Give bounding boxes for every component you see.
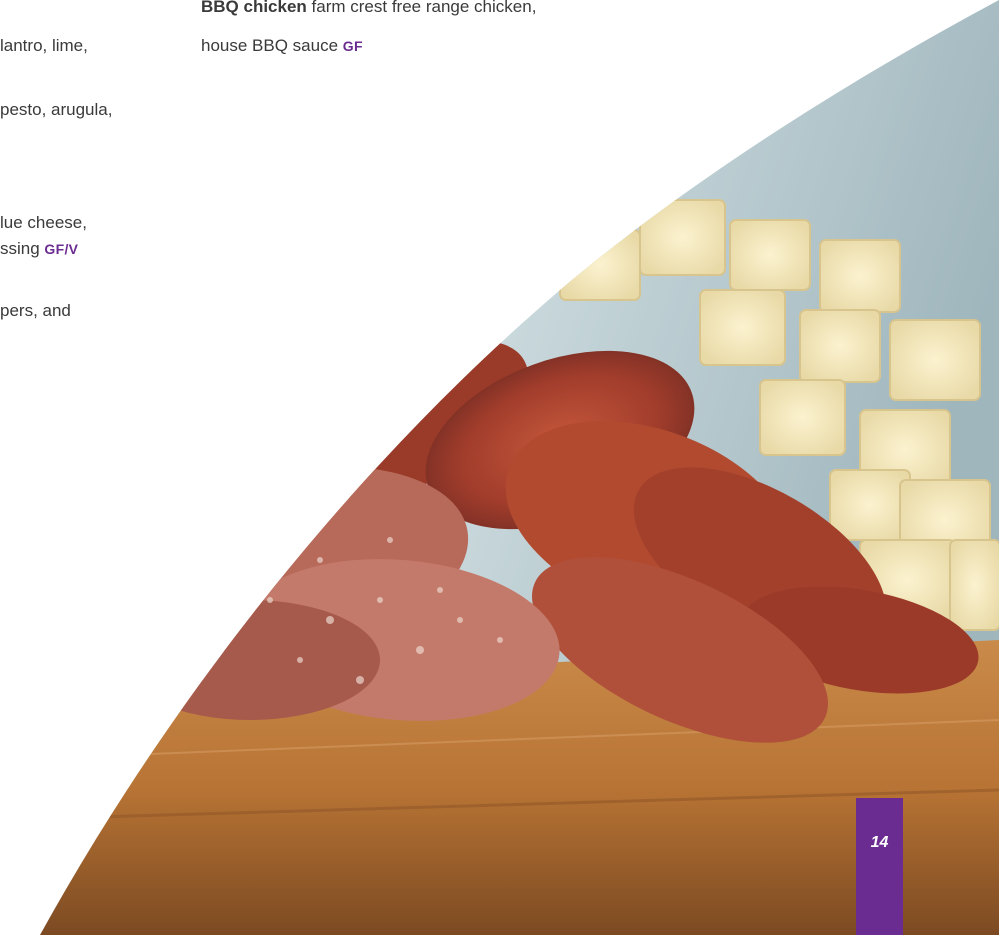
- page-number-tab: 14: [856, 798, 903, 935]
- charcuterie-photo: [40, 0, 999, 935]
- page-number: 14: [870, 834, 889, 851]
